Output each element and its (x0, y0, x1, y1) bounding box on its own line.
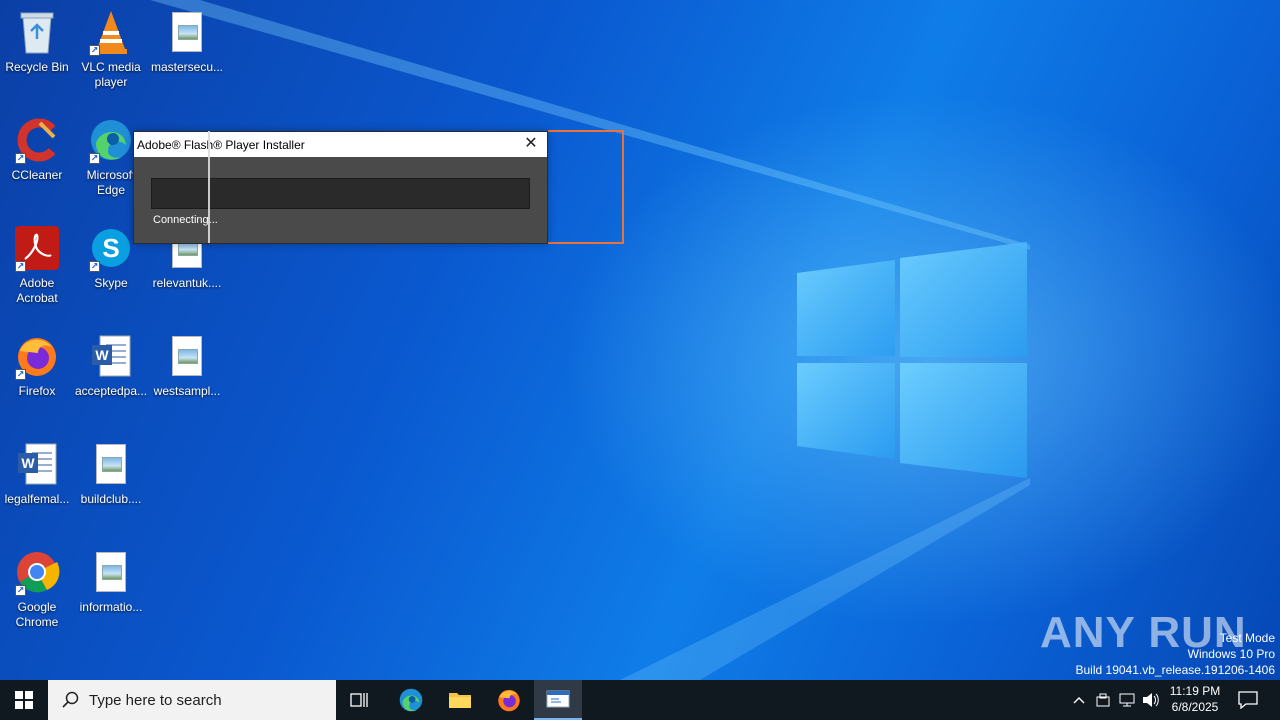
desktop-icon-label: relevantuk.... (152, 276, 222, 290)
edge-icon: ↗ (87, 116, 135, 164)
network-icon[interactable] (1117, 690, 1137, 710)
desktop-icon-label: Recycle Bin (5, 60, 69, 74)
image-file-icon (87, 548, 135, 596)
desktop-icon-label: acceptedpa... (74, 384, 148, 398)
firefox-icon: ↗ (13, 332, 61, 380)
desktop-icon-acrobat[interactable]: ↗ Adobe Acrobat (0, 224, 74, 306)
image-file-icon (163, 8, 211, 56)
ccleaner-icon: ↗ (13, 116, 61, 164)
desktop-icon-label: Adobe Acrobat (16, 276, 58, 305)
firefox-icon (498, 689, 520, 712)
shortcut-arrow-icon: ↗ (15, 369, 26, 380)
task-view-icon (350, 693, 368, 707)
dialog-title: Adobe® Flash® Player Installer (137, 137, 305, 152)
notification-icon[interactable] (1236, 688, 1260, 712)
vlc-icon: ↗ (87, 8, 135, 56)
volume-icon[interactable] (1141, 690, 1161, 710)
dialog-titlebar[interactable]: Adobe® Flash® Player Installer ✕ (134, 132, 547, 157)
search-icon (62, 691, 79, 708)
shortcut-arrow-icon: ↗ (89, 45, 100, 56)
watermark-line: Windows 10 Pro (1187, 647, 1275, 661)
window-drag-outline (548, 130, 624, 244)
taskbar-installer-button[interactable] (534, 680, 582, 720)
desktop-icon-vlc[interactable]: ↗ VLC media player (74, 8, 148, 90)
desktop-icon-label: Firefox (18, 384, 56, 398)
shortcut-arrow-icon: ↗ (89, 153, 100, 164)
word-doc-icon: W (87, 332, 135, 380)
desktop-icon-informatio[interactable]: informatio... (74, 548, 148, 615)
desktop-icon-chrome[interactable]: ↗ Google Chrome (0, 548, 74, 630)
desktop-icon-label: legalfemal... (4, 492, 70, 506)
task-view-button[interactable] (336, 680, 384, 720)
desktop-icon-label: CCleaner (11, 168, 63, 182)
image-file-icon (163, 332, 211, 380)
desktop-icon-label: VLC media player (81, 60, 141, 89)
chrome-icon: ↗ (13, 548, 61, 596)
desktop-icon-firefox[interactable]: ↗ Firefox (0, 332, 74, 399)
windows-logo-icon (15, 691, 33, 709)
shortcut-arrow-icon: ↗ (15, 153, 26, 164)
recycle-bin-icon (13, 8, 61, 56)
taskbar-search-box[interactable] (48, 680, 336, 720)
desktop-icon-mastersecu[interactable]: mastersecu... (150, 8, 224, 75)
desktop-icon-label: Google Chrome (15, 600, 59, 629)
word-doc-icon: W (13, 440, 61, 488)
taskbar-clock[interactable]: 11:19 PM 6/8/2025 (1166, 683, 1224, 715)
image-file-icon (87, 440, 135, 488)
desktop-icon-acceptedpa[interactable]: W acceptedpa... (74, 332, 148, 399)
watermark-line: Build 19041.vb_release.191206-1406 (1075, 663, 1276, 677)
desktop-icon-label: informatio... (79, 600, 143, 614)
svg-text:W: W (95, 347, 109, 363)
svg-text:W: W (21, 455, 35, 471)
shortcut-arrow-icon: ↗ (89, 261, 100, 272)
skype-icon: S ↗ (87, 224, 135, 272)
desktop-icon-ccleaner[interactable]: ↗ CCleaner (0, 116, 74, 183)
shortcut-arrow-icon: ↗ (15, 585, 26, 596)
search-input[interactable] (89, 691, 319, 709)
shortcut-arrow-icon: ↗ (15, 261, 26, 272)
acrobat-icon: ↗ (13, 224, 61, 272)
installer-window-icon (546, 690, 570, 708)
taskbar: 11:19 PM 6/8/2025 (0, 680, 1280, 720)
watermark-line: Test Mode (1219, 631, 1275, 645)
chevron-up-icon[interactable] (1069, 690, 1089, 710)
desktop-icon-buildclub[interactable]: buildclub.... (74, 440, 148, 507)
folder-icon (449, 693, 471, 708)
windows-build-watermark: Test Mode Windows 10 Pro Build 19041.vb_… (1076, 630, 1276, 678)
clock-time: 11:19 PM (1169, 684, 1221, 698)
taskbar-file-explorer-button[interactable] (436, 680, 484, 720)
flash-installer-dialog: Adobe® Flash® Player Installer ✕ Connect… (133, 131, 548, 244)
desktop-icon-label: Skype (94, 276, 128, 290)
taskbar-edge-button[interactable] (387, 680, 435, 720)
desktop-icon-legalfemal[interactable]: W legalfemal... (0, 440, 74, 507)
clock-date: 6/8/2025 (1171, 700, 1219, 714)
close-icon[interactable]: ✕ (523, 136, 539, 152)
desktop-icon-label: westsampl... (153, 384, 221, 398)
desktop-icon-label: buildclub.... (80, 492, 142, 506)
start-button[interactable] (0, 680, 48, 720)
device-icon[interactable] (1093, 690, 1113, 710)
desktop-icon-westsampl[interactable]: westsampl... (150, 332, 224, 399)
edge-icon (399, 688, 423, 712)
taskbar-firefox-button[interactable] (485, 680, 533, 720)
desktop-icon-recycle-bin[interactable]: Recycle Bin (0, 8, 74, 75)
window-resize-line (208, 131, 210, 243)
desktop-icon-label: mastersecu... (150, 60, 224, 74)
svg-text:S: S (102, 233, 119, 263)
